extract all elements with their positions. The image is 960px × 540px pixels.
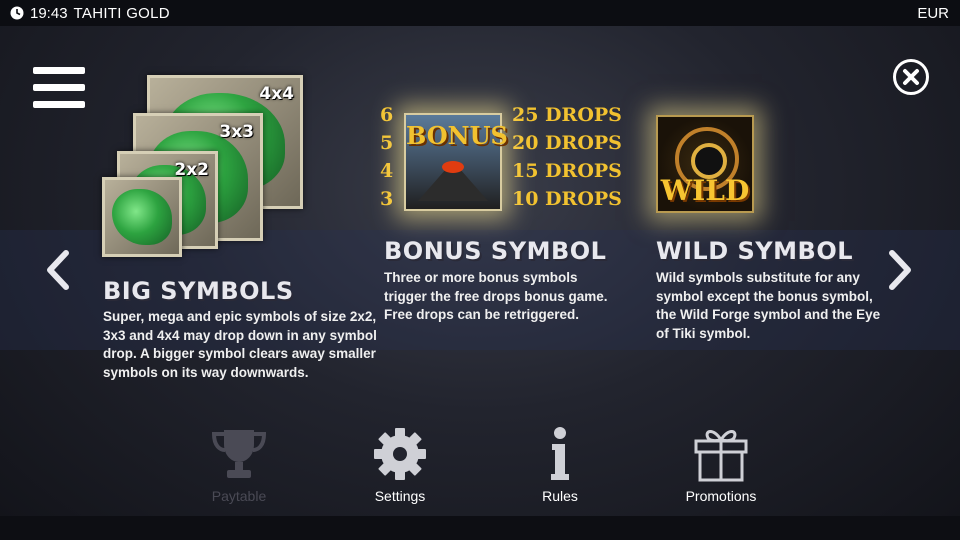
wild-icon-text: WILD xyxy=(660,174,750,207)
symbol-count: 5 xyxy=(380,132,394,154)
symbol-count: 6 xyxy=(380,104,394,126)
symbol-count: 4 xyxy=(380,160,394,182)
nav-settings[interactable]: Settings xyxy=(340,426,460,504)
bonus-icon-text: BONUS xyxy=(406,121,508,150)
nav-label: Rules xyxy=(542,488,578,504)
bonus-symbol-icon: BONUS xyxy=(404,113,508,211)
symbol-count: 3 xyxy=(380,188,394,210)
tile-size-label: 4x4 xyxy=(259,84,294,104)
tile-size-label: 3x3 xyxy=(219,122,254,142)
nav-label: Promotions xyxy=(685,488,757,504)
wild-symbol-description: Wild symbols substitute for any symbol e… xyxy=(656,270,881,341)
drops-awarded: 10 DROPS xyxy=(512,188,622,210)
drops-awarded: 25 DROPS xyxy=(512,104,622,126)
gear-icon xyxy=(374,428,426,480)
nav-label: Settings xyxy=(374,488,426,504)
next-page-arrow-icon[interactable] xyxy=(886,250,914,290)
clock-time: 19:43 xyxy=(30,4,68,22)
clock-icon xyxy=(10,6,24,20)
bottom-strip xyxy=(0,516,960,540)
nav-rules[interactable]: Rules xyxy=(500,426,620,504)
bonus-symbol-description: Three or more bonus symbols trigger the … xyxy=(384,270,608,322)
gecko-icon xyxy=(112,188,172,246)
close-x-glyph xyxy=(903,69,919,85)
big-symbols-heading: BIG SYMBOLS xyxy=(103,277,294,305)
trophy-icon xyxy=(211,430,267,478)
previous-page-arrow-icon[interactable] xyxy=(44,250,72,290)
game-title: TAHITI GOLD xyxy=(73,4,170,22)
big-symbols-illustration: 4x4 3x3 2x2 xyxy=(100,75,305,260)
wild-symbol-heading: WILD SYMBOL xyxy=(656,237,854,265)
menu-icon[interactable] xyxy=(33,67,85,109)
close-icon[interactable] xyxy=(893,59,929,95)
lava-glow xyxy=(442,161,464,173)
symbol-tile-1x1 xyxy=(102,177,182,257)
wild-symbol-icon: WILD xyxy=(656,115,754,213)
drops-awarded: 20 DROPS xyxy=(512,132,622,154)
gift-icon xyxy=(694,430,748,482)
nav-label: Paytable xyxy=(211,488,267,504)
drops-awarded: 15 DROPS xyxy=(512,160,622,182)
nav-promotions[interactable]: Promotions xyxy=(661,426,781,504)
info-icon xyxy=(551,427,569,480)
currency-label: EUR xyxy=(917,5,949,22)
status-bar: 19:43 TAHITI GOLD EUR xyxy=(0,0,960,26)
big-symbols-description: Super, mega and epic symbols of size 2x2… xyxy=(103,309,377,380)
nav-paytable[interactable]: Paytable xyxy=(179,426,299,504)
bonus-symbol-heading: BONUS SYMBOL xyxy=(384,237,607,265)
